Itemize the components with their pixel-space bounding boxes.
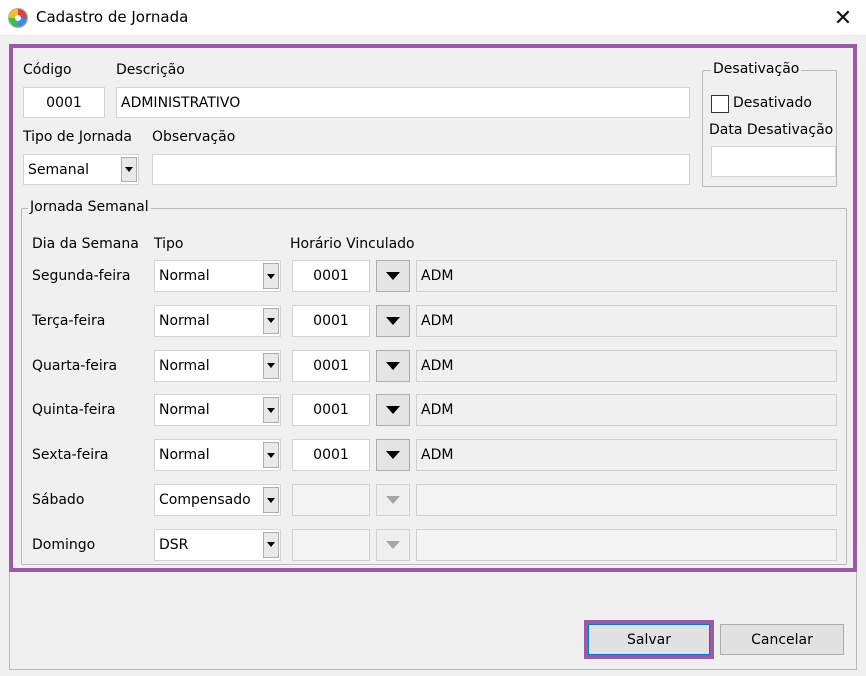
chevron-down-icon[interactable] [263,442,279,469]
tipo-dia-value: Normal [159,447,210,464]
app-logo-icon [8,8,28,28]
weekday-label: Terça-feira [32,312,106,329]
horario-lookup-button[interactable] [376,260,410,292]
data-desativacao-label: Data Desativação [709,122,834,138]
tipo-dia-select[interactable]: Normal [154,304,281,337]
dropdown-arrow-icon [386,316,400,325]
horario-lookup-button[interactable] [376,528,410,561]
tipo-dia-value: Compensado [159,492,251,508]
window-title: Cadastro de Jornada [36,8,189,26]
data-desativacao-field[interactable] [711,146,836,177]
title-bar: Cadastro de Jornada ✕ [0,0,866,36]
dropdown-arrow-icon [386,540,400,549]
tipo-dia-select[interactable]: Normal [154,394,281,427]
tipo-dia-value: DSR [159,536,189,553]
tipo-dia-select[interactable]: Normal [154,439,281,472]
horario-description-field: ADM [416,260,837,292]
weekday-label: Quinta-feira [32,402,116,419]
tipo-jornada-value: Semanal [28,161,90,178]
jornada-semanal-group: Jornada Semanal Dia da Semana Tipo Horár… [21,199,847,565]
horario-description-field: ADM [416,394,837,427]
tipo-dia-value: Normal [159,402,210,419]
descricao-label: Descrição [116,62,185,78]
desativado-label: Desativado [733,95,812,111]
weekday-label: Sábado [32,492,85,508]
tipo-dia-select[interactable]: Normal [154,349,281,382]
chevron-down-icon[interactable] [263,307,279,334]
horario-code-field[interactable]: 0001 [292,260,370,292]
chevron-down-icon[interactable] [263,263,279,289]
dropdown-arrow-icon [386,496,400,504]
horario-code-field[interactable]: 0001 [292,304,370,337]
weekday-label: Domingo [32,536,96,553]
chevron-down-icon[interactable] [121,157,137,182]
tipo-jornada-select[interactable]: Semanal [23,154,139,185]
chevron-down-icon[interactable] [263,487,279,513]
horario-code-field[interactable] [292,528,370,561]
observacao-label: Observação [152,129,236,145]
horario-description-field: ADM [416,439,837,472]
codigo-label: Código [23,62,72,78]
desativacao-group: Desativação Desativado Data Desativação [702,61,837,187]
horario-lookup-button[interactable] [376,439,410,472]
col-tipo-header: Tipo [154,236,184,252]
horario-code-field[interactable]: 0001 [292,349,370,382]
chevron-down-icon[interactable] [263,352,279,379]
button-panel [9,572,857,670]
weekday-label: Sexta-feira [32,447,109,464]
tipo-dia-value: Normal [159,268,210,284]
horario-code-field[interactable]: 0001 [292,439,370,472]
dropdown-arrow-icon [386,451,400,460]
horario-description-field [416,484,837,516]
observacao-field[interactable] [152,154,690,185]
horario-description-field: ADM [416,349,837,382]
horario-lookup-button[interactable] [376,484,410,516]
horario-lookup-button[interactable] [376,304,410,337]
tipo-dia-select[interactable]: DSR [154,528,281,561]
horario-description-field [416,528,837,561]
col-horario-header: Horário Vinculado [290,236,415,252]
tipo-dia-value: Normal [159,312,210,329]
chevron-down-icon[interactable] [263,531,279,558]
dropdown-arrow-icon [386,272,400,280]
tipo-dia-select[interactable]: Compensado [154,484,281,516]
dropdown-arrow-icon [386,361,400,370]
codigo-field[interactable]: 0001 [23,87,105,118]
horario-code-field[interactable]: 0001 [292,394,370,427]
tipo-dia-select[interactable]: Normal [154,260,281,292]
weekday-label: Segunda-feira [32,268,131,284]
salvar-button[interactable]: Salvar [584,620,714,659]
chevron-down-icon[interactable] [263,397,279,424]
jornada-semanal-group-title: Jornada Semanal [28,199,151,215]
desativacao-group-title: Desativação [711,61,802,77]
form-panel: Código 0001 Descrição ADMINISTRATIVO Tip… [9,44,857,572]
desativado-checkbox[interactable] [711,95,729,113]
tipo-jornada-label: Tipo de Jornada [23,129,132,145]
horario-lookup-button[interactable] [376,394,410,427]
tipo-dia-value: Normal [159,357,210,374]
weekday-label: Quarta-feira [32,357,118,374]
descricao-field[interactable]: ADMINISTRATIVO [116,87,690,118]
close-icon[interactable]: ✕ [820,0,866,36]
dropdown-arrow-icon [386,406,400,415]
cancelar-button[interactable]: Cancelar [720,624,844,655]
horario-description-field: ADM [416,304,837,337]
horario-code-field[interactable] [292,484,370,516]
horario-lookup-button[interactable] [376,349,410,382]
col-dia-header: Dia da Semana [32,236,139,252]
